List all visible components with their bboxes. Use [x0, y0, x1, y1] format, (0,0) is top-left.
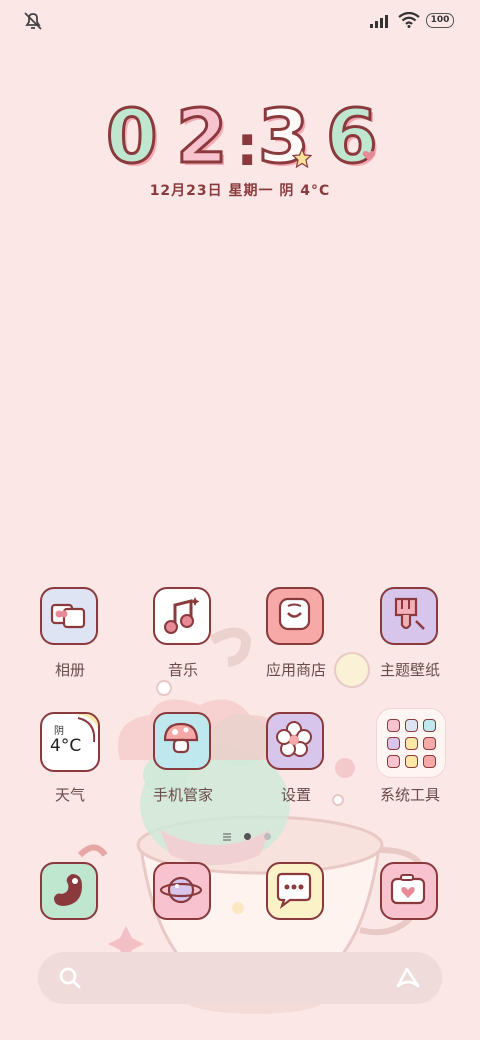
status-bar: 100 — [0, 0, 480, 40]
clock-separator: : — [236, 114, 259, 179]
signal-icon — [370, 15, 388, 28]
app-store-icon — [266, 587, 324, 645]
search-bar[interactable] — [38, 952, 442, 1004]
clock-minute-ones: 6 — [325, 94, 379, 180]
menu-lines-icon — [223, 832, 231, 841]
clock-widget[interactable]: 0 2 : 3 6 — [100, 94, 380, 180]
assistant-icon[interactable] — [394, 964, 422, 992]
weather-widget-icon: 阴 4°C — [40, 712, 100, 772]
browser-icon — [153, 862, 211, 920]
app-themes[interactable]: 主题壁纸 — [360, 587, 460, 697]
phone-icon — [40, 862, 98, 920]
date-weather-line[interactable]: 12月23日 星期一 阴 4°C — [0, 180, 480, 200]
heart-decoration-icon — [362, 151, 376, 161]
app-label: 音乐 — [167, 661, 198, 679]
app-label: 系统工具 — [379, 786, 440, 804]
app-label: 设置 — [280, 786, 311, 804]
mute-icon — [24, 12, 42, 30]
gallery-icon — [40, 587, 98, 645]
weather-condition: 阴 — [54, 726, 64, 737]
music-icon — [153, 587, 211, 645]
clock-hour-ones: 2 — [175, 94, 229, 180]
star-decoration-icon — [292, 148, 312, 168]
app-label: 主题壁纸 — [379, 661, 440, 679]
app-music[interactable]: 音乐 — [133, 587, 233, 697]
clock-hour-tens: 0 — [105, 94, 159, 180]
page-dot[interactable] — [264, 833, 272, 840]
app-folder-system-tools[interactable]: 系统工具 — [360, 708, 460, 822]
app-store[interactable]: 应用商店 — [246, 587, 346, 697]
wifi-icon — [398, 12, 420, 28]
app-gallery[interactable]: 相册 — [20, 587, 120, 697]
app-label: 天气 — [54, 786, 85, 804]
battery-indicator: 100 — [426, 13, 454, 28]
app-label: 应用商店 — [265, 661, 326, 679]
search-icon[interactable] — [58, 966, 82, 990]
page-indicator[interactable] — [219, 826, 275, 845]
app-weather[interactable]: 阴 4°C 天气 — [20, 712, 120, 822]
messages-icon — [266, 862, 324, 920]
camera-icon — [380, 862, 438, 920]
app-settings[interactable]: 设置 — [246, 712, 346, 822]
flower-settings-icon — [266, 712, 324, 770]
app-label: 相册 — [54, 661, 85, 679]
paint-brush-icon — [380, 587, 438, 645]
app-phone-manager[interactable]: 手机管家 — [133, 712, 233, 822]
page-dot-active[interactable] — [244, 833, 252, 840]
mushroom-icon — [153, 712, 211, 770]
weather-temperature: 4°C — [50, 736, 82, 756]
app-label: 手机管家 — [152, 786, 213, 804]
folder-icon — [376, 708, 446, 778]
